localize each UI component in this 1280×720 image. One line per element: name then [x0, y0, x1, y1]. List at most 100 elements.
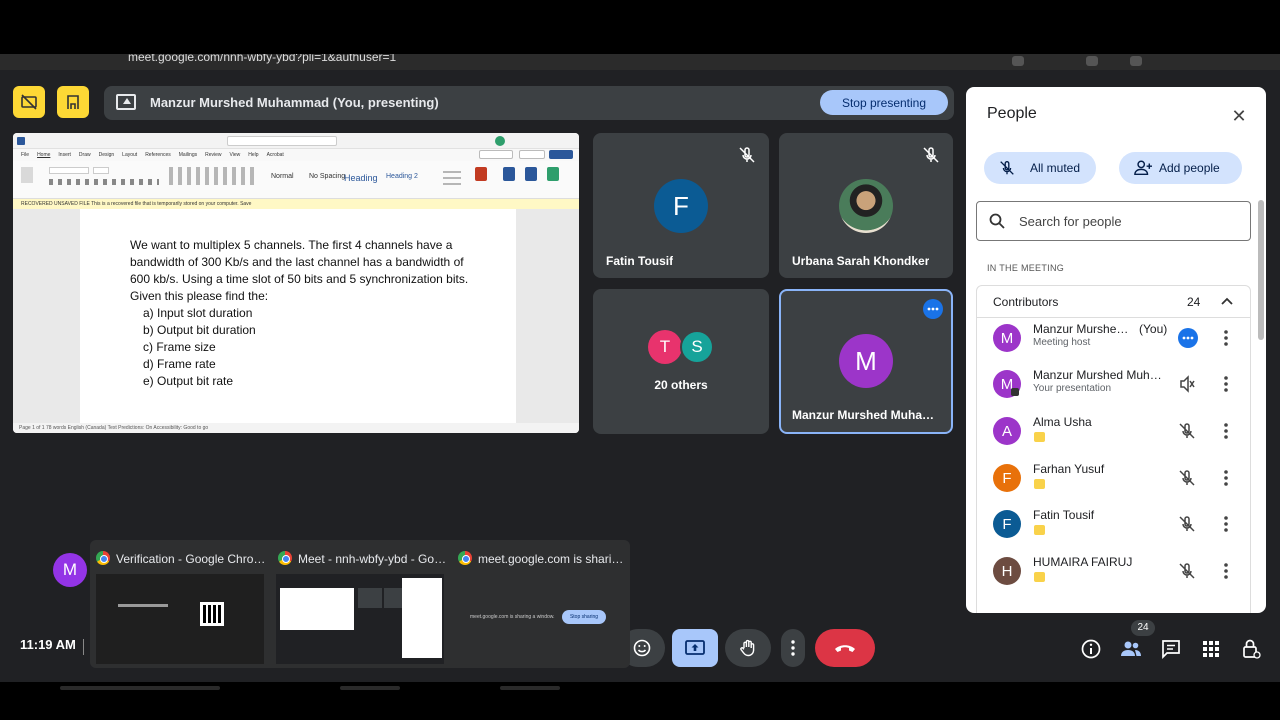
participant-tile-urbana[interactable]: Urbana Sarah Khondker: [779, 133, 953, 278]
activities-button[interactable]: [57, 86, 89, 118]
captions-off-button[interactable]: [13, 86, 45, 118]
add-people-button[interactable]: Add people: [1119, 152, 1242, 184]
others-tile[interactable]: T S 20 others: [593, 289, 769, 434]
style-heading[interactable]: Heading: [344, 173, 378, 183]
you-label: (You): [1139, 322, 1168, 336]
screen: meet.google.com/nnh-wbfy-ybd?pli=1&authu…: [0, 0, 1280, 720]
avatar: A: [993, 417, 1021, 445]
kebab-menu-icon[interactable]: [1223, 374, 1229, 394]
font-name-dropdown[interactable]: [49, 167, 89, 174]
present-off-icon[interactable]: [1177, 374, 1197, 394]
more-icon[interactable]: [1178, 328, 1198, 348]
find-replace-buttons[interactable]: [443, 167, 461, 185]
switcher-window-sharing[interactable]: meet.google.com is sharing... meet.googl…: [452, 540, 630, 668]
stop-presenting-button[interactable]: Stop presenting: [820, 90, 948, 115]
panel-scrollbar[interactable]: [1258, 200, 1264, 340]
contributors-header[interactable]: Contributors 24: [976, 285, 1251, 318]
window-title: Meet - nnh-wbfy-ybd - Goo...: [298, 552, 448, 566]
profile-photo: [839, 179, 893, 233]
menu-help[interactable]: Help: [248, 152, 258, 158]
people-search-input[interactable]: Search for people: [976, 201, 1251, 241]
menu-file[interactable]: File: [21, 152, 29, 158]
chrome-icon: [278, 551, 292, 565]
menu-view[interactable]: View: [230, 152, 241, 158]
kebab-menu-icon[interactable]: [1223, 328, 1229, 348]
close-icon[interactable]: ✕: [1228, 105, 1250, 127]
kebab-menu-icon[interactable]: [1223, 421, 1229, 441]
taskbar-item[interactable]: [340, 686, 400, 690]
switcher-window-meet[interactable]: Meet - nnh-wbfy-ybd - Goo...: [272, 540, 448, 668]
taskbar-item[interactable]: [60, 686, 220, 690]
mic-off-icon[interactable]: [1177, 468, 1197, 488]
menu-insert[interactable]: Insert: [58, 152, 71, 158]
paste-icon[interactable]: [21, 167, 33, 183]
hand-badge-icon: [1034, 525, 1045, 535]
extension-icon[interactable]: [1086, 56, 1098, 66]
thumbnail-people-panel: [402, 578, 442, 658]
style-heading-2[interactable]: Heading 2: [386, 173, 418, 180]
menu-design[interactable]: Design: [99, 152, 115, 158]
chevron-up-icon[interactable]: [1220, 294, 1234, 308]
mic-off-icon[interactable]: [1177, 561, 1197, 581]
menu-mailings[interactable]: Mailings: [179, 152, 197, 158]
user-avatar-small: [495, 136, 505, 146]
editing-button[interactable]: [519, 150, 545, 159]
address-bar-text[interactable]: meet.google.com/nnh-wbfy-ybd?pli=1&authu…: [128, 54, 396, 64]
font-size-dropdown[interactable]: [93, 167, 109, 174]
list-item[interactable]: M Manzur Murshed Muha... Your presentati…: [977, 364, 1252, 410]
style-no-spacing[interactable]: No Spacing: [309, 173, 345, 180]
window-thumbnail: [276, 574, 444, 664]
more-options-button[interactable]: [781, 629, 805, 667]
menu-references[interactable]: References: [145, 152, 171, 158]
editor-icon[interactable]: [525, 167, 537, 181]
switcher-window-verification[interactable]: Verification - Google Chrome: [90, 540, 270, 668]
menu-draw[interactable]: Draw: [79, 152, 91, 158]
window-title: Verification - Google Chrome: [116, 552, 268, 566]
participant-name: Urbana Sarah Khondker: [792, 254, 930, 268]
style-normal[interactable]: Normal: [271, 173, 294, 180]
raise-hand-button[interactable]: [725, 629, 771, 667]
font-format-buttons[interactable]: [49, 179, 159, 185]
present-button[interactable]: [672, 629, 718, 667]
bookmark-star-icon[interactable]: [1012, 56, 1024, 66]
activities-grid-icon[interactable]: [1200, 638, 1222, 660]
paragraph-buttons[interactable]: [169, 167, 255, 185]
share-button[interactable]: [549, 150, 573, 159]
list-item: b) Output bit duration: [143, 323, 256, 337]
participant-tile-fatin[interactable]: F Fatin Tousif: [593, 133, 769, 278]
list-item[interactable]: F Farhan Yusuf: [977, 458, 1252, 504]
stop-sharing-button: Stop sharing: [562, 610, 606, 624]
section-heading: IN THE MEETING: [987, 263, 1065, 273]
all-muted-button[interactable]: All muted: [984, 152, 1096, 184]
list-item[interactable]: M Manzur Murshed ... (You) Meeting host: [977, 318, 1252, 364]
mic-off-icon[interactable]: [1177, 421, 1197, 441]
menu-home[interactable]: Home: [37, 152, 50, 158]
adobe-pdf-icon[interactable]: [475, 167, 487, 181]
info-icon[interactable]: [1080, 638, 1102, 660]
qr-code-icon: [200, 602, 224, 626]
others-count-label: 20 others: [654, 378, 708, 392]
participant-tile-self[interactable]: M Manzur Murshed Muham...: [779, 289, 953, 434]
add-ins-icon[interactable]: [547, 167, 559, 181]
mic-off-icon[interactable]: [1177, 514, 1197, 534]
document-page[interactable]: We want to multiplex 5 channels. The fir…: [80, 209, 516, 423]
taskbar-item[interactable]: [500, 686, 560, 690]
profile-icon[interactable]: [1130, 56, 1142, 66]
menu-layout[interactable]: Layout: [122, 152, 137, 158]
list-item[interactable]: F Fatin Tousif: [977, 504, 1252, 550]
host-controls-lock-icon[interactable]: [1240, 638, 1262, 660]
kebab-menu-icon[interactable]: [1223, 468, 1229, 488]
list-item[interactable]: H HUMAIRA FAIRUJ: [977, 551, 1252, 597]
list-item[interactable]: A Alma Usha: [977, 411, 1252, 457]
chat-icon[interactable]: [1160, 638, 1182, 660]
comments-button[interactable]: [479, 150, 513, 159]
more-options-icon[interactable]: [923, 299, 943, 319]
menu-acrobat[interactable]: Acrobat: [267, 152, 284, 158]
kebab-menu-icon[interactable]: [1223, 514, 1229, 534]
menu-review[interactable]: Review: [205, 152, 221, 158]
word-search-field[interactable]: [227, 136, 337, 146]
leave-call-button[interactable]: [815, 629, 875, 667]
people-icon[interactable]: [1120, 638, 1142, 660]
dictate-icon[interactable]: [503, 167, 515, 181]
kebab-menu-icon[interactable]: [1223, 561, 1229, 581]
